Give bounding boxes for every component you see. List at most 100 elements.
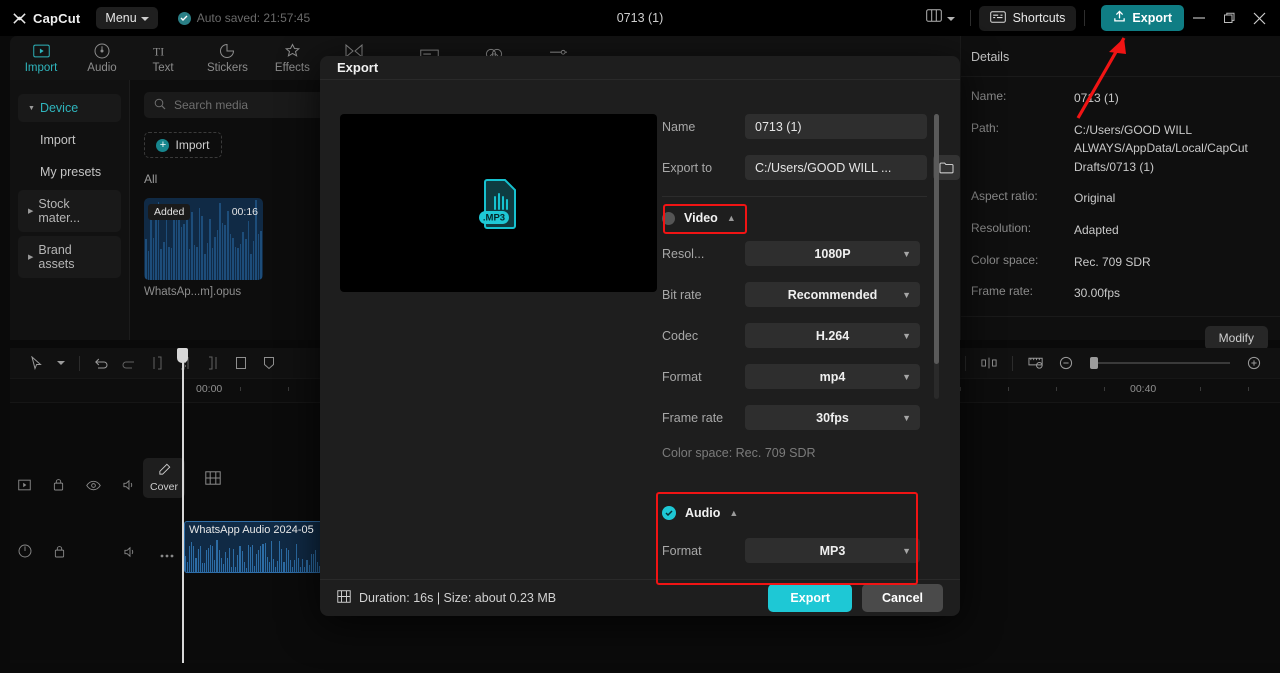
divider <box>965 355 966 371</box>
menu-button[interactable]: Menu <box>96 7 158 29</box>
close-window-button[interactable] <box>1244 4 1274 32</box>
detail-value: Adapted <box>1074 222 1119 237</box>
tab-label: Stickers <box>207 61 248 74</box>
resolution-value: 1080P <box>814 246 851 261</box>
import-media-button[interactable]: + Import <box>144 132 222 158</box>
zoom-out-icon[interactable] <box>1052 352 1080 374</box>
stickers-icon <box>219 43 235 60</box>
sidebar-item-label: Stock mater... <box>38 197 81 225</box>
ruler-label-mark: 00:40 <box>1130 383 1157 395</box>
tab-effects[interactable]: Effects <box>275 43 310 74</box>
divider <box>969 10 971 26</box>
layout-button[interactable] <box>919 5 962 31</box>
tab-audio[interactable]: Audio <box>85 43 119 74</box>
maximize-window-button[interactable] <box>1214 4 1244 32</box>
playhead-handle[interactable] <box>177 348 188 363</box>
audio-checkbox[interactable] <box>662 506 676 521</box>
visibility-icon[interactable] <box>86 478 101 496</box>
sidebar-item-import[interactable]: Import <box>18 126 121 154</box>
framerate-select[interactable]: 30fps ▼ <box>745 405 920 431</box>
modify-button[interactable]: Modify <box>1204 325 1268 350</box>
minimize-window-button[interactable] <box>1184 4 1214 32</box>
shield-icon[interactable] <box>255 352 283 374</box>
tab-import[interactable]: Import <box>24 43 58 74</box>
redo-icon[interactable] <box>115 352 143 374</box>
detail-key: Resolution: <box>971 220 1032 235</box>
split-right-icon[interactable] <box>199 352 227 374</box>
split-left-icon[interactable] <box>143 352 171 374</box>
sidebar-item-label: Import <box>40 133 76 147</box>
export-to-label: Export to <box>662 160 713 175</box>
video-section-header-wrap: Video ▲ <box>662 204 960 235</box>
select-tool-icon[interactable] <box>22 352 50 374</box>
shortcuts-button[interactable]: Shortcuts <box>978 5 1077 31</box>
detail-key: Frame rate: <box>971 284 1034 299</box>
codec-select[interactable]: H.264 ▼ <box>745 323 920 349</box>
lock-icon[interactable] <box>54 545 65 563</box>
chevron-down-icon: ▼ <box>902 412 911 423</box>
mute-icon[interactable] <box>123 478 137 496</box>
media-item[interactable]: Added 00:16 WhatsAp...m].opus <box>144 198 263 298</box>
video-format-value: mp4 <box>819 369 846 384</box>
dialog-export-button[interactable]: Export <box>768 584 852 613</box>
tab-stickers[interactable]: Stickers <box>207 43 248 74</box>
chevron-up-icon[interactable]: ▲ <box>729 508 738 518</box>
audio-section-header[interactable]: Audio ▲ <box>662 506 960 521</box>
chevron-down-icon <box>946 9 955 27</box>
audio-clip[interactable]: WhatsApp Audio 2024-05 <box>184 521 332 573</box>
detail-row-name: Name: 0713 (1) <box>971 89 1270 108</box>
chevron-up-icon[interactable]: ▲ <box>727 213 736 223</box>
name-label: Name <box>662 119 696 134</box>
audio-format-select[interactable]: MP3 ▼ <box>745 538 920 564</box>
settings-scrollbar-thumb[interactable] <box>934 114 939 365</box>
dialog-buttons: Export Cancel <box>768 584 943 613</box>
search-input[interactable]: Search media <box>174 98 248 112</box>
fit-timeline-icon[interactable] <box>1022 352 1050 374</box>
details-header: Details <box>961 36 1280 77</box>
ruler-label-start: 00:00 <box>196 383 223 395</box>
bitrate-select[interactable]: Recommended ▼ <box>745 282 920 308</box>
chevron-down-icon[interactable] <box>50 352 72 374</box>
framerate-label: Frame rate <box>662 410 724 425</box>
zoom-in-icon[interactable] <box>1240 352 1268 374</box>
export-button-titlebar[interactable]: Export <box>1101 5 1184 31</box>
zoom-slider[interactable] <box>1090 357 1230 369</box>
mute-icon[interactable] <box>124 545 138 563</box>
divider <box>79 355 80 371</box>
resolution-label: Resol... <box>662 246 705 261</box>
chevron-down-icon <box>140 11 149 25</box>
delete-icon[interactable] <box>227 352 255 374</box>
zoom-slider-handle[interactable] <box>1090 357 1098 369</box>
codec-row: Codec H.264 ▼ <box>662 323 960 349</box>
playhead[interactable] <box>177 348 188 663</box>
media-thumbnail[interactable]: Added 00:16 <box>144 198 263 280</box>
sidebar-item-device[interactable]: ▼ Device <box>18 94 121 122</box>
status-badge: Added <box>148 204 191 220</box>
search-icon <box>154 98 166 113</box>
bitrate-label: Bit rate <box>662 287 702 302</box>
audio-track-icon[interactable] <box>18 544 32 563</box>
settings-scrollbar[interactable] <box>934 114 939 400</box>
track-thumbnail-icon[interactable] <box>18 478 31 496</box>
sidebar-item-stock-materials[interactable]: ▶ Stock mater... <box>18 190 121 232</box>
name-input[interactable]: 0713 (1) <box>745 114 927 140</box>
video-format-select[interactable]: mp4 ▼ <box>745 364 920 390</box>
edit-pencil-icon <box>158 463 171 479</box>
cover-button[interactable]: Cover <box>143 458 185 498</box>
sidebar-item-my-presets[interactable]: My presets <box>18 158 121 186</box>
details-panel: Details Name: 0713 (1) Path: C:/Users/GO… <box>960 36 1280 350</box>
tab-text[interactable]: TI Text <box>146 43 180 74</box>
more-options-icon[interactable] <box>160 545 174 563</box>
video-section-header[interactable]: Video ▲ <box>662 211 960 225</box>
undo-icon[interactable] <box>87 352 115 374</box>
detail-row-frame-rate: Frame rate: 30.00fps <box>971 284 1270 303</box>
dialog-cancel-button[interactable]: Cancel <box>862 584 943 613</box>
resolution-select[interactable]: 1080P ▼ <box>745 241 920 267</box>
divider <box>662 196 927 198</box>
sidebar-item-brand-assets[interactable]: ▶ Brand assets <box>18 236 121 278</box>
keyframe-icon[interactable] <box>975 352 1003 374</box>
lock-icon[interactable] <box>53 478 64 496</box>
export-path-input[interactable]: C:/Users/GOOD WILL ... <box>745 155 927 181</box>
video-checkbox[interactable] <box>662 211 675 225</box>
resolution-row: Resol... 1080P ▼ <box>662 241 960 267</box>
